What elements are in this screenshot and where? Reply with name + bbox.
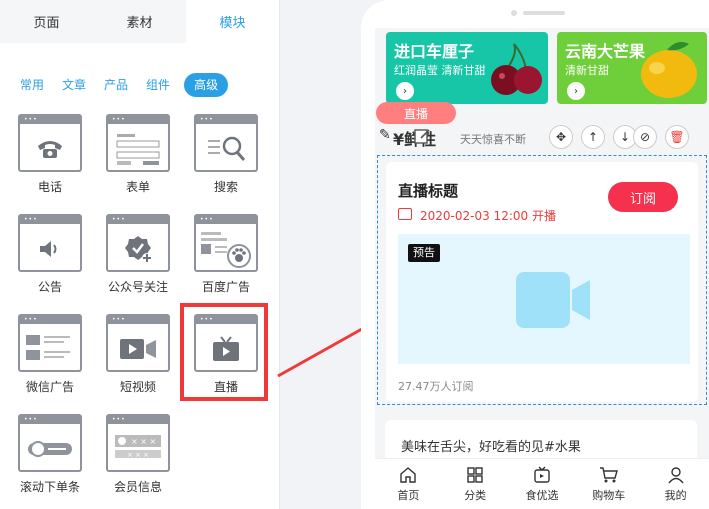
hide-icon[interactable]: ⊘	[633, 125, 657, 149]
grid-icon	[466, 465, 484, 485]
module-label: 表单	[125, 180, 150, 194]
search-icon	[196, 130, 256, 168]
tabbar-home[interactable]: 首页	[375, 459, 442, 509]
phone-preview: 进口车厘子 红润晶莹 清新甘甜 › 云南大芒果 清新甘甜 › 直播 ¥鲜性	[361, 0, 709, 509]
tabbar-label: 首页	[397, 489, 420, 502]
module-wechat-ad[interactable]: ••• 微信广告	[18, 310, 98, 400]
subtab-advanced[interactable]: 高级	[184, 72, 229, 97]
bottom-tabbar: 首页 分类 食优选 购物车 我的	[375, 458, 709, 509]
module-label: 短视频	[119, 380, 156, 394]
module-short-video[interactable]: ••• 短视频	[106, 310, 186, 400]
phone-icon	[20, 130, 80, 168]
video-camera-icon	[516, 272, 590, 328]
move-icon[interactable]: ✥	[549, 125, 573, 149]
module-search[interactable]: ••• 搜索	[194, 110, 274, 200]
module-official-account[interactable]: ••• 公众号关注	[106, 210, 186, 300]
magic-wand-icon[interactable]: ✎	[379, 127, 391, 143]
module-label: 电话	[37, 180, 62, 194]
preview-tag: 预告	[408, 244, 440, 262]
module-label: 百度广告	[201, 280, 250, 294]
module-notice[interactable]: ••• 公告	[18, 210, 98, 300]
tabbar-category[interactable]: 分类	[442, 459, 509, 509]
tabbar-mine[interactable]: 我的	[642, 459, 709, 509]
live-card: 直播标题 2020-02-03 12:00 开播 订阅 预告 27.47万人订阅	[386, 162, 698, 402]
cherry-image	[491, 43, 542, 95]
panel-tabs: 页面 素材 模块	[0, 0, 279, 43]
text-card-content: 美味在舌尖，好吃看的见#水果	[401, 440, 581, 455]
tab-module[interactable]: 模块	[186, 0, 279, 43]
live-badge: 直播	[376, 102, 456, 124]
subscriber-count: 27.47万人订阅	[398, 380, 474, 393]
phone-camera	[511, 10, 517, 16]
module-label: 搜索	[213, 180, 238, 194]
banner-title: 进口车厘子	[394, 42, 475, 61]
arrow-up-icon[interactable]: ↑	[581, 125, 605, 149]
module-category-tabs: 常用 文章 产品 组件 高级	[0, 43, 279, 106]
tab-page[interactable]: 页面	[0, 0, 93, 43]
subtab-product[interactable]: 产品	[104, 73, 128, 97]
baidu-ad-icon	[196, 230, 256, 268]
subtab-common[interactable]: 常用	[20, 73, 44, 97]
badge-check-icon	[108, 230, 168, 268]
banner-subtitle: 清新甘甜	[565, 64, 609, 77]
chevron-right-icon: ›	[396, 82, 414, 100]
module-panel: 页面 素材 模块 常用 文章 产品 组件 高级 ••• 电话 ••• 表单 ••…	[0, 0, 280, 509]
live-start-time: 2020-02-03 12:00 开播	[420, 209, 556, 223]
toggle-bar-icon	[20, 430, 80, 468]
live-title: 直播标题	[398, 182, 459, 200]
member-card-icon: × × × × × ×	[108, 430, 168, 468]
module-label: 会员信息	[113, 480, 162, 494]
section-subtitle: 天天惊喜不断	[460, 133, 526, 146]
tabbar-label: 食优选	[525, 489, 559, 502]
video-camera-icon	[108, 330, 168, 368]
subtab-article[interactable]: 文章	[62, 73, 86, 97]
edit-icon[interactable]	[413, 127, 431, 145]
home-icon	[399, 465, 417, 485]
subtab-component[interactable]: 组件	[146, 73, 170, 97]
user-icon	[667, 465, 685, 485]
module-label: 微信广告	[25, 380, 74, 394]
tab-material[interactable]: 素材	[93, 0, 186, 43]
cart-icon	[599, 465, 619, 485]
module-member-info[interactable]: ••• × × × × × × 会员信息	[106, 410, 186, 500]
phone-speaker	[523, 11, 565, 15]
svg-text:× × ×: × × ×	[131, 437, 156, 446]
live-video-placeholder[interactable]: 预告	[398, 234, 690, 364]
module-label: 公众号关注	[107, 280, 168, 294]
speaker-icon	[20, 230, 80, 268]
banner-subtitle: 红润晶莹 清新甘甜	[394, 64, 486, 77]
live-time-icon	[398, 208, 412, 220]
tv-icon	[533, 465, 551, 485]
banner-cherries[interactable]: 进口车厘子 红润晶莹 清新甘甜 ›	[386, 32, 548, 104]
delete-icon[interactable]: 🗑	[665, 125, 689, 149]
tabbar-cart[interactable]: 购物车	[575, 459, 642, 509]
tabbar-label: 购物车	[592, 489, 626, 502]
live-module-selected[interactable]: 直播标题 2020-02-03 12:00 开播 订阅 预告 27.47万人订阅	[377, 155, 707, 405]
phone-screen: 进口车厘子 红润晶莹 清新甘甜 › 云南大芒果 清新甘甜 › 直播 ¥鲜性	[375, 28, 709, 509]
tabbar-live[interactable]: 食优选	[509, 459, 576, 509]
module-form[interactable]: ••• 表单	[106, 110, 186, 200]
selection-highlight	[180, 303, 268, 401]
form-icon	[108, 130, 168, 168]
tabbar-label: 我的	[664, 489, 687, 502]
module-label: 滚动下单条	[19, 480, 80, 494]
chevron-right-icon: ›	[567, 82, 585, 100]
tabbar-label: 分类	[464, 489, 487, 502]
section-header: ¥鲜性 ✎ 天天惊喜不断 ✥ ↑ ↓ ⊘ 🗑	[375, 124, 709, 152]
subscribe-button[interactable]: 订阅	[608, 182, 678, 212]
module-label: 公告	[37, 280, 62, 294]
wechat-ad-icon	[20, 330, 80, 368]
module-scroll-order[interactable]: ••• 滚动下单条	[18, 410, 98, 500]
module-baidu-ad[interactable]: ••• 百度广告	[194, 210, 274, 300]
mango-image	[641, 42, 697, 98]
banner-mango[interactable]: 云南大芒果 清新甘甜 ›	[557, 32, 707, 104]
svg-text:× × ×: × × ×	[127, 451, 149, 459]
module-phone[interactable]: ••• 电话	[18, 110, 98, 200]
